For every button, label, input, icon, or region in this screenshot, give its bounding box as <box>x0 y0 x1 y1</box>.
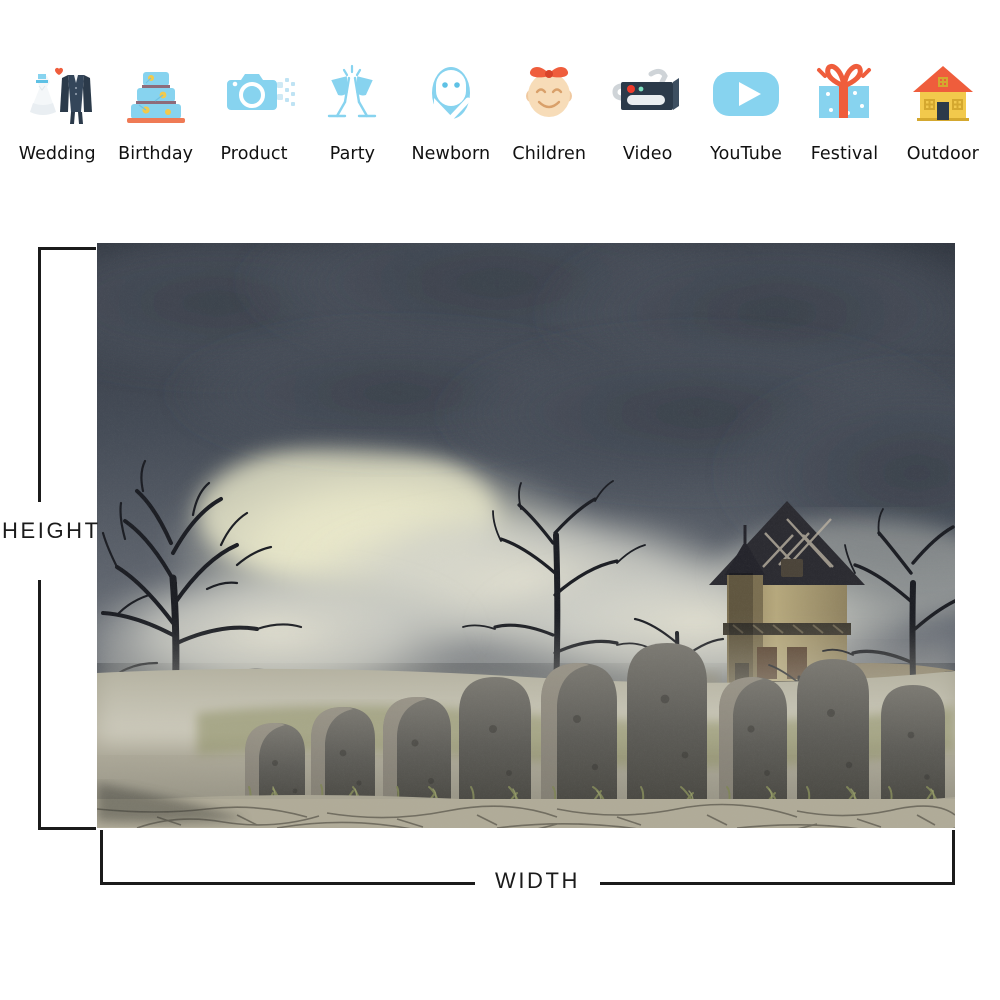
category-item-wedding[interactable]: Wedding <box>8 0 106 164</box>
height-bracket-upper-stem <box>38 247 41 502</box>
category-label: Birthday <box>118 144 194 164</box>
height-bracket-bottom-tick <box>38 827 96 830</box>
category-label: Product <box>220 144 288 164</box>
category-item-product[interactable]: Product <box>205 0 303 164</box>
category-label: Festival <box>810 144 879 164</box>
birthday-cake-icon <box>113 48 199 134</box>
category-item-children[interactable]: Children <box>500 0 598 164</box>
video-camera-icon <box>605 48 691 134</box>
category-item-newborn[interactable]: Newborn <box>402 0 500 164</box>
category-item-video[interactable]: Video <box>598 0 696 164</box>
width-bracket-left-tick <box>100 830 103 885</box>
height-bracket-top-tick <box>38 247 96 250</box>
category-label: YouTube <box>710 144 782 164</box>
category-label: Children <box>512 144 587 164</box>
child-face-icon <box>506 48 592 134</box>
product-dimension-figure: HEIGHT WIDTH <box>0 212 1000 1000</box>
play-button-icon <box>703 48 789 134</box>
height-bracket-lower-stem <box>38 580 41 830</box>
house-icon <box>900 48 986 134</box>
category-item-outdoor[interactable]: Outdoor <box>894 0 992 164</box>
camera-icon <box>211 48 297 134</box>
width-dimension-label: WIDTH <box>494 868 581 893</box>
champagne-glasses-icon <box>309 48 395 134</box>
category-item-youtube[interactable]: YouTube <box>697 0 795 164</box>
height-dimension-label: HEIGHT <box>2 518 101 543</box>
category-item-party[interactable]: Party <box>303 0 401 164</box>
swaddled-baby-icon <box>408 48 494 134</box>
category-nav-strip: Wedding Birthday Product Party Newborn C… <box>0 0 1000 212</box>
category-label: Outdoor <box>906 144 979 164</box>
category-label: Wedding <box>18 144 96 164</box>
gift-box-icon <box>801 48 887 134</box>
category-item-birthday[interactable]: Birthday <box>106 0 204 164</box>
backdrop-product-photo[interactable] <box>97 243 955 828</box>
category-label: Newborn <box>411 144 491 164</box>
wedding-dress-suit-icon <box>14 48 100 134</box>
category-item-festival[interactable]: Festival <box>795 0 893 164</box>
category-label: Video <box>622 144 673 164</box>
width-bracket-left-rail <box>100 882 475 885</box>
width-bracket-right-tick <box>952 830 955 885</box>
category-label: Party <box>329 144 376 164</box>
width-bracket-right-rail <box>600 882 955 885</box>
